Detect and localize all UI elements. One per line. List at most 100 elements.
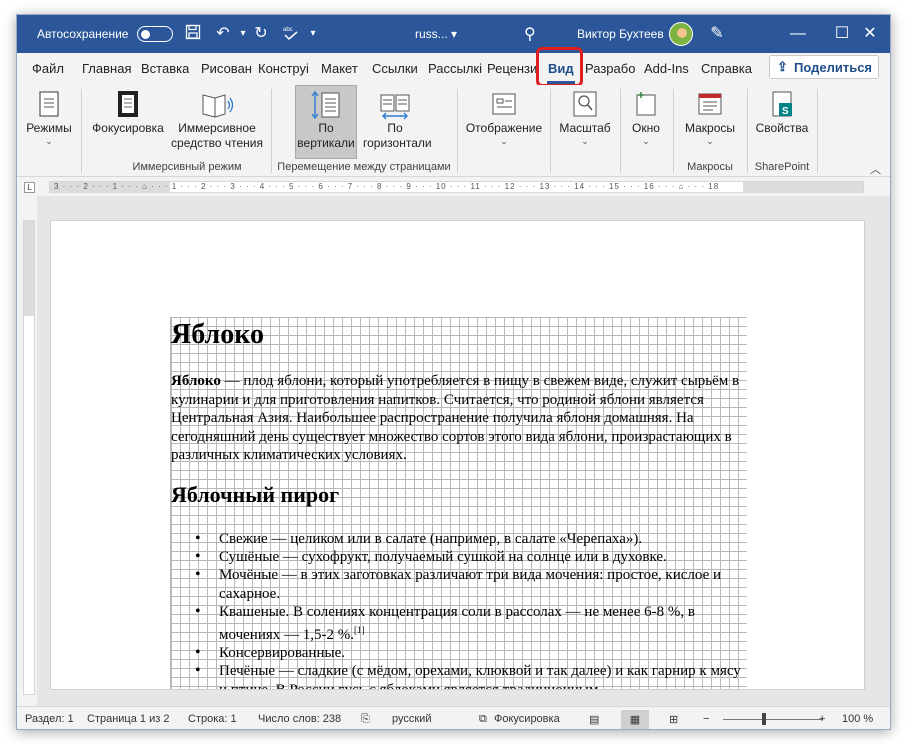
immersive-reader-button[interactable]: Иммерсивное средство чтения	[169, 89, 265, 151]
svg-text:S: S	[782, 106, 789, 117]
focus-icon	[118, 91, 138, 117]
bullet-list: Свежие — целиком или в салате (например,…	[195, 530, 747, 689]
para-bold-term: Яблоко	[171, 373, 221, 389]
autosave-label: Автосохранение	[37, 27, 129, 41]
group-label-macros: Макросы	[687, 161, 733, 173]
tab-review[interactable]: Рецензи	[487, 61, 540, 76]
list-item-text: Квашеные. В солениях концентрация соли в…	[219, 603, 695, 644]
macros-label: Макросы	[684, 121, 736, 135]
horizontal-ruler-bar: L 3 · · · 2 · · · 1 · · · ⌂ · · · 1 · · …	[17, 178, 890, 196]
vertical-button[interactable]: По вертикали	[295, 85, 357, 159]
horizontal-label-line2: горизонтали	[363, 136, 432, 150]
vertical-label-line1: По	[318, 121, 334, 135]
tab-layout[interactable]: Макет	[321, 61, 358, 76]
save-icon[interactable]	[183, 24, 203, 44]
zoom-out-button[interactable]: −	[703, 713, 709, 725]
list-item: Печёные — сладкие (с мёдом, орехами, клю…	[195, 662, 747, 689]
tab-selector[interactable]: L	[24, 182, 35, 193]
tab-add-ins[interactable]: Add-Ins	[644, 61, 689, 76]
status-language[interactable]: русский	[392, 713, 431, 725]
zoom-slider[interactable]	[723, 719, 823, 720]
pen-icon[interactable]: ✎	[707, 24, 727, 44]
list-item: Свежие — целиком или в салате (например,…	[195, 530, 747, 548]
share-label: Поделиться	[794, 60, 873, 75]
zoom-button[interactable]: Масштаб ⌄	[555, 89, 615, 146]
tab-file[interactable]: Файл	[32, 61, 64, 76]
focus-button[interactable]: Фокусировка	[87, 89, 169, 136]
title-bar: Автосохранение ↶ ▾ ↻ abc ▾ russ... ▾ ⚲ В…	[17, 15, 890, 53]
list-item: Сушёные — сухофрукт, получаемый сушкой н…	[195, 548, 747, 566]
list-item: Консервированные.	[195, 644, 747, 662]
user-name[interactable]: Виктор Бухтеев	[577, 27, 664, 41]
zoom-level[interactable]: 100 %	[842, 713, 873, 725]
close-button[interactable]: ✕	[848, 15, 890, 53]
status-focus[interactable]: Фокусировка	[494, 713, 560, 725]
para-text: — плод яблони, который употребляется в п…	[171, 373, 740, 463]
autosave-toggle[interactable]	[137, 26, 173, 42]
macros-button[interactable]: Макросы ⌄	[677, 89, 743, 146]
share-button[interactable]: ⇪ Поделиться	[769, 55, 879, 79]
group-separator	[457, 89, 458, 173]
document-page[interactable]: Яблоко Яблоко — плод яблони, который упо…	[50, 220, 865, 690]
print-layout-icon[interactable]: ▦	[621, 710, 649, 729]
highlight-box	[536, 47, 583, 87]
tab-draw[interactable]: Рисован	[201, 61, 253, 76]
redo-icon[interactable]: ↻	[251, 24, 271, 44]
ruler-marks: 3 · · · 2 · · · 1 · · · ⌂ · · · 1 · · · …	[54, 182, 720, 191]
gridlines-text-area[interactable]: Яблоко Яблоко — плод яблони, который упо…	[170, 317, 747, 689]
display-label: Отображение	[465, 121, 543, 135]
immersive-reader-label-line2: средство чтения	[171, 136, 263, 150]
horizontal-button[interactable]: По горизонтали	[363, 89, 432, 151]
status-section[interactable]: Раздел: 1	[25, 713, 74, 725]
properties-button[interactable]: S Свойства	[751, 89, 813, 136]
tab-insert[interactable]: Вставка	[141, 61, 189, 76]
heading-1: Яблоко	[171, 319, 264, 350]
list-item: Мочёные — в этих заготовках различают тр…	[195, 566, 747, 602]
vertical-ruler[interactable]	[23, 220, 35, 695]
undo-dropdown-icon[interactable]: ▾	[233, 24, 253, 44]
display-button[interactable]: Отображение ⌄	[463, 89, 545, 146]
document-area: Яблоко Яблоко — плод яблони, который упо…	[37, 196, 890, 706]
undo-icon[interactable]: ↶	[213, 24, 233, 44]
footnote-ref[interactable]: [1]	[354, 625, 365, 635]
modes-button[interactable]: Режимы ⌄	[23, 89, 75, 146]
focus-label: Фокусировка	[92, 121, 164, 135]
vertical-label-line2: вертикали	[297, 136, 355, 150]
document-title[interactable]: russ... ▾	[415, 27, 457, 41]
web-layout-icon[interactable]: ⊞	[669, 713, 678, 726]
status-line[interactable]: Строка: 1	[188, 713, 237, 725]
modes-label: Режимы	[26, 121, 72, 135]
chevron-down-icon: ⌄	[581, 136, 589, 146]
horizontal-ruler[interactable]: 3 · · · 2 · · · 1 · · · ⌂ · · · 1 · · · …	[49, 181, 864, 193]
zoom-slider-thumb[interactable]	[762, 713, 766, 725]
tab-home[interactable]: Главная	[82, 61, 131, 76]
status-page[interactable]: Страница 1 из 2	[87, 713, 169, 725]
group-label-page-movement: Перемещение между страницами	[277, 161, 451, 173]
avatar[interactable]	[669, 22, 693, 46]
status-bar: Раздел: 1 Страница 1 из 2 Строка: 1 Числ…	[17, 706, 890, 729]
sharepoint-icon: S	[772, 91, 792, 117]
search-icon[interactable]: ⚲	[524, 24, 536, 44]
proofing-icon[interactable]: ⎘	[361, 713, 370, 726]
spelling-icon[interactable]: abc	[281, 24, 301, 44]
customize-toolbar-icon[interactable]: ▾	[303, 24, 323, 44]
tab-help[interactable]: Справка	[701, 61, 752, 76]
heading-2: Яблочный пирог	[171, 482, 340, 507]
zoom-in-button[interactable]: +	[819, 713, 825, 725]
toggle-knob	[141, 29, 150, 39]
share-icon: ⇪	[777, 59, 788, 74]
tab-mailings[interactable]: Рассылкі	[428, 61, 482, 76]
tab-design[interactable]: Конструі	[258, 61, 313, 76]
tab-references[interactable]: Ссылки	[372, 61, 418, 76]
tab-developer[interactable]: Разрабо	[585, 61, 635, 76]
group-separator	[620, 89, 621, 173]
display-icon	[492, 93, 516, 115]
horizontal-label-line1: По	[387, 121, 403, 135]
focus-icon[interactable]: ⧉	[479, 713, 487, 726]
status-words[interactable]: Число слов: 238	[258, 713, 341, 725]
word-window: Автосохранение ↶ ▾ ↻ abc ▾ russ... ▾ ⚲ В…	[16, 14, 891, 730]
read-mode-icon[interactable]: ▤	[589, 713, 599, 726]
window-button[interactable]: Окно ⌄	[623, 89, 669, 146]
minimize-button[interactable]: —	[776, 15, 820, 53]
collapse-ribbon-icon[interactable]: ︿	[870, 161, 881, 177]
